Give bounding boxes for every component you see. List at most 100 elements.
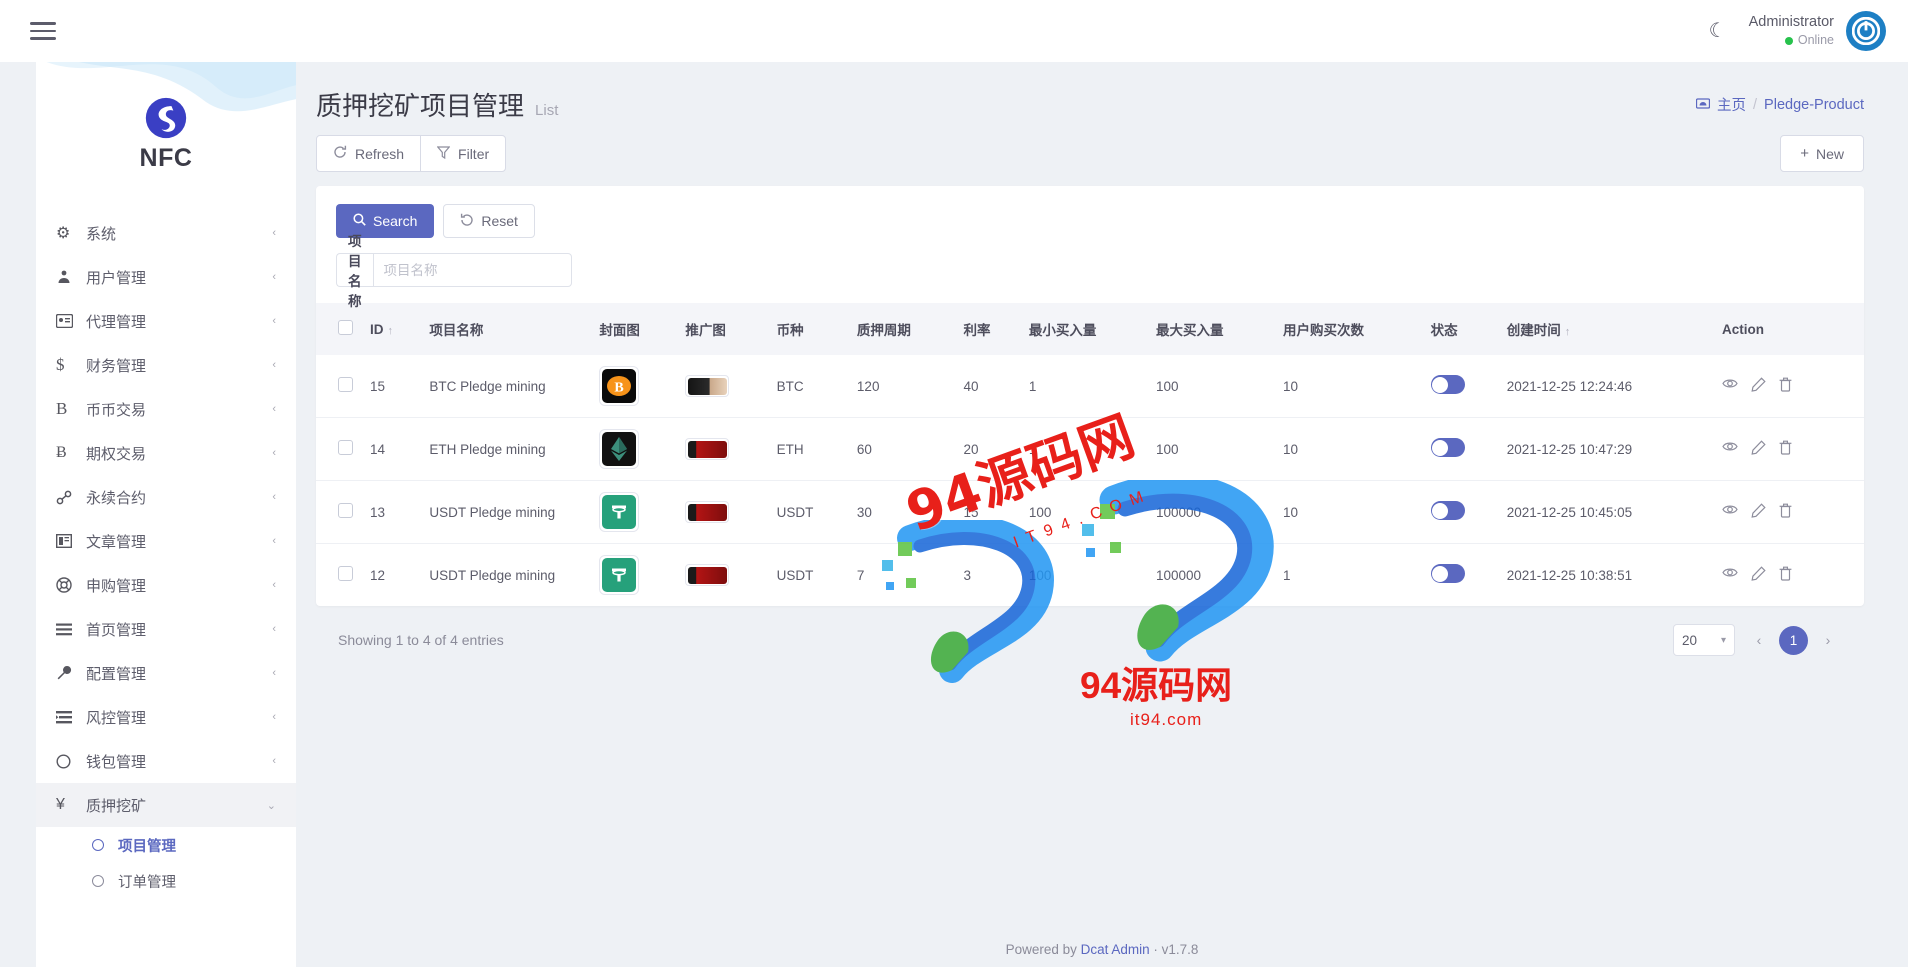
pencil-icon[interactable] — [1751, 565, 1766, 585]
sidebar-item-risk-management[interactable]: 风控管理 ‹ — [36, 695, 296, 739]
reset-button[interactable]: Reset — [443, 204, 535, 238]
cell-actions — [1714, 480, 1864, 544]
sidebar-item-wallet-management[interactable]: 钱包管理 ‹ — [36, 739, 296, 783]
pencil-icon[interactable] — [1751, 502, 1766, 522]
sidebar-item-label: 申购管理 — [86, 577, 147, 595]
col-created[interactable]: 创建时间 ↑ — [1498, 303, 1714, 355]
cell-period: 7 — [856, 567, 865, 583]
col-status: 状态 — [1422, 303, 1499, 355]
main-content: 质押挖矿项目管理 List 主页 / Pledge-Product Refres… — [296, 62, 1908, 967]
per-page-select[interactable]: 20 ▾ — [1673, 624, 1735, 656]
sidebar-subitem-project-management[interactable]: 项目管理 — [36, 827, 296, 863]
status-toggle[interactable] — [1430, 375, 1465, 394]
hamburger-icon[interactable] — [30, 22, 56, 40]
brand-block: NFC — [36, 62, 296, 207]
project-name-filter: 项目名称 — [336, 234, 572, 309]
chevron-left-icon: ‹ — [272, 755, 276, 767]
status-toggle[interactable] — [1430, 438, 1465, 457]
project-name-input[interactable] — [372, 253, 572, 287]
cell-period: 60 — [848, 417, 956, 481]
sidebar-item-system[interactable]: ⚙ 系统 ‹ — [36, 211, 296, 255]
cell-rate: 3 — [963, 567, 971, 583]
wrench-icon — [56, 665, 86, 681]
refresh-button[interactable]: Refresh — [316, 135, 422, 172]
user-block[interactable]: Administrator Online — [1749, 11, 1886, 51]
sidebar-item-subscription-management[interactable]: 申购管理 ‹ — [36, 563, 296, 607]
next-page-button[interactable]: › — [1814, 626, 1842, 654]
status-toggle[interactable] — [1430, 564, 1465, 583]
table-row: 13 USDT Pledge mining USDT 30 15 100 100… — [316, 480, 1864, 544]
row-checkbox[interactable] — [338, 377, 353, 392]
select-all-checkbox[interactable] — [338, 320, 353, 335]
trash-icon[interactable] — [1779, 503, 1792, 522]
cell-cover — [591, 480, 678, 544]
cell-cover: B — [591, 355, 678, 418]
col-id[interactable]: ID ↑ — [362, 303, 422, 355]
prev-page-button[interactable]: ‹ — [1745, 626, 1773, 654]
trash-icon[interactable] — [1779, 377, 1792, 396]
promo-thumbnail[interactable] — [685, 564, 730, 586]
row-checkbox[interactable] — [338, 566, 353, 581]
sidebar-subitem-order-management[interactable]: 订单管理 — [36, 863, 296, 899]
pencil-icon[interactable] — [1751, 376, 1766, 396]
col-created-label: 创建时间 — [1506, 323, 1561, 338]
promo-thumbnail[interactable] — [685, 438, 730, 460]
sidebar-item-home-management[interactable]: 首页管理 ‹ — [36, 607, 296, 651]
grid-card: Search Reset 项目名称 项目名称 ID ↑ 项目名称 封面图 推广图… — [316, 186, 1864, 606]
cell-cover — [591, 417, 678, 481]
eye-icon[interactable] — [1722, 566, 1738, 585]
sidebar-item-finance-management[interactable]: $ 财务管理 ‹ — [36, 343, 296, 387]
trash-icon[interactable] — [1779, 566, 1792, 585]
chevron-left-icon: ‹ — [272, 535, 276, 547]
row-select-cell — [316, 480, 362, 544]
cover-thumbnail[interactable]: B — [599, 366, 640, 406]
bitcoin-icon: Ƀ — [56, 444, 67, 461]
page-toolbar: Refresh Filter + New — [296, 123, 1908, 172]
avatar[interactable] — [1846, 11, 1886, 51]
pencil-icon[interactable] — [1751, 439, 1766, 459]
eye-icon[interactable] — [1722, 440, 1738, 459]
eye-icon[interactable] — [1722, 503, 1738, 522]
sidebar-item-user-management[interactable]: 用户管理 ‹ — [36, 255, 296, 299]
user-status-label: Online — [1797, 33, 1834, 48]
cover-thumbnail[interactable] — [599, 555, 640, 595]
cover-thumbnail[interactable] — [599, 429, 640, 469]
sort-asc-icon: ↑ — [1564, 326, 1571, 338]
sidebar-item-perpetual-contract[interactable]: 永续合约 ‹ — [36, 475, 296, 519]
table-head: ID ↑ 项目名称 封面图 推广图 币种 质押周期 利率 最小买入量 最大买入量 … — [316, 303, 1864, 355]
moon-icon[interactable]: ☾ — [1709, 21, 1727, 41]
sidebar-item-option-trade[interactable]: Ƀ 期权交易 ‹ — [36, 431, 296, 475]
sidebar: NFC ⚙ 系统 ‹ 用户管理 ‹ 代理管理 ‹ $ 财务管理 ‹ B 币币交易… — [36, 62, 296, 967]
cell-created-at: 2021-12-25 10:45:05 — [1498, 480, 1714, 544]
sidebar-item-coin-trade[interactable]: B 币币交易 ‹ — [36, 387, 296, 431]
row-checkbox[interactable] — [338, 440, 353, 455]
col-buy-times-label: 用户购买次数 — [1283, 323, 1365, 338]
cell-min-buy: 100 — [1028, 567, 1052, 583]
sidebar-subitem-label: 订单管理 — [118, 874, 176, 891]
reset-label: Reset — [481, 213, 518, 229]
breadcrumb-home[interactable]: 主页 — [1717, 94, 1746, 115]
search-icon — [353, 213, 366, 229]
dcat-admin-link[interactable]: Dcat Admin — [1081, 942, 1150, 957]
projects-table: ID ↑ 项目名称 封面图 推广图 币种 质押周期 利率 最小买入量 最大买入量 … — [316, 303, 1864, 606]
status-toggle[interactable] — [1430, 501, 1465, 520]
sidebar-item-config-management[interactable]: 配置管理 ‹ — [36, 651, 296, 695]
new-button[interactable]: + New — [1780, 135, 1864, 172]
promo-thumbnail[interactable] — [685, 375, 730, 397]
sidebar-item-label: 用户管理 — [86, 269, 147, 287]
row-checkbox[interactable] — [338, 503, 353, 518]
cover-thumbnail[interactable] — [599, 492, 640, 532]
sidebar-item-article-management[interactable]: 文章管理 ‹ — [36, 519, 296, 563]
filter-button[interactable]: Filter — [420, 135, 507, 172]
promo-thumbnail[interactable] — [685, 501, 730, 523]
online-dot-icon — [1784, 36, 1793, 45]
breadcrumb-current[interactable]: Pledge-Product — [1764, 97, 1864, 113]
sidebar-item-agent-management[interactable]: 代理管理 ‹ — [36, 299, 296, 343]
sidebar-item-pledge-mining[interactable]: ¥ 质押挖矿 ⌄ — [36, 783, 296, 827]
eye-icon[interactable] — [1722, 377, 1738, 396]
cell-id: 13 — [362, 480, 422, 544]
gear-icon: ⚙ — [56, 225, 71, 242]
trash-icon[interactable] — [1779, 440, 1792, 459]
page-1-button[interactable]: 1 — [1779, 625, 1808, 655]
letter-b-icon: B — [56, 399, 68, 418]
